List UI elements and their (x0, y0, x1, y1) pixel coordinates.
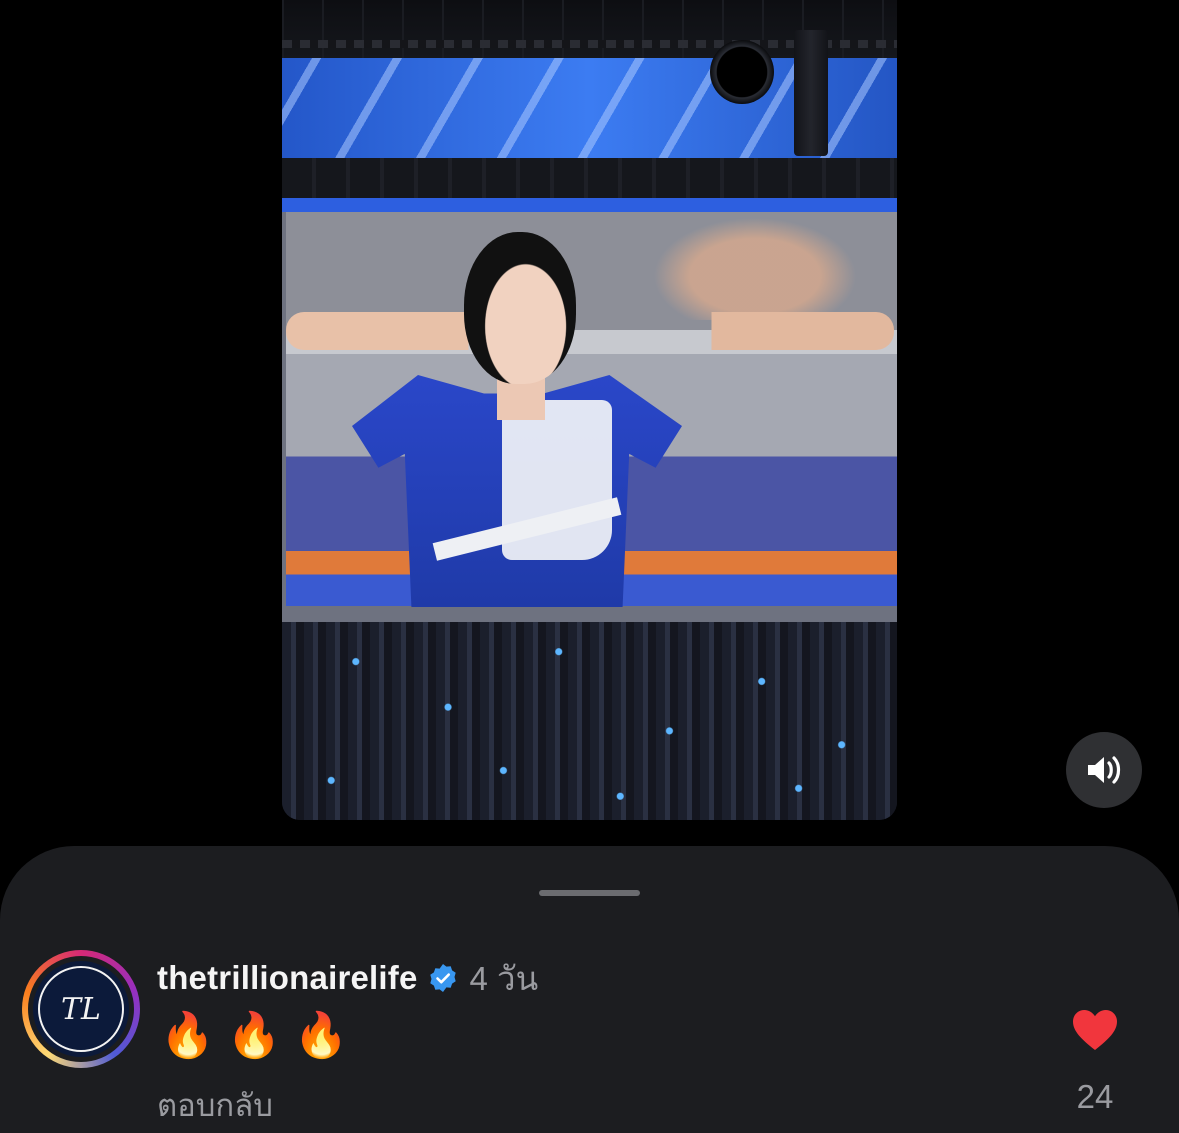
comment-header: thetrillionairelife 4 วัน (157, 956, 538, 1000)
heart-filled-icon[interactable] (1071, 1008, 1119, 1052)
comment-text: 🔥🔥🔥 (160, 1011, 361, 1060)
volume-button[interactable] (1066, 732, 1142, 808)
performer-head (464, 232, 576, 384)
performer-arms (286, 312, 894, 350)
comment-username[interactable]: thetrillionairelife (157, 959, 418, 997)
story-ring[interactable]: TL (22, 950, 140, 1068)
avatar[interactable]: TL (33, 961, 129, 1057)
like-count: 24 (1076, 1078, 1114, 1115)
speaker-on-icon (1088, 756, 1121, 784)
verified-badge-icon (429, 964, 456, 992)
stage-spotlight (710, 40, 774, 104)
background-performer (640, 210, 870, 320)
reply-button[interactable]: ตอบกลับ (157, 1080, 273, 1130)
video-player[interactable] (282, 0, 897, 820)
sheet-drag-handle[interactable] (539, 890, 640, 896)
stage-light-arm (794, 30, 828, 156)
comment-timestamp: 4 วัน (469, 959, 539, 997)
comments-sheet: TL thetrillionairelife 4 วัน 🔥🔥🔥 ตอบกลับ… (0, 846, 1179, 1133)
avatar-monogram: TL (38, 966, 124, 1052)
crowd (282, 622, 897, 820)
stage-rigging (282, 158, 897, 198)
